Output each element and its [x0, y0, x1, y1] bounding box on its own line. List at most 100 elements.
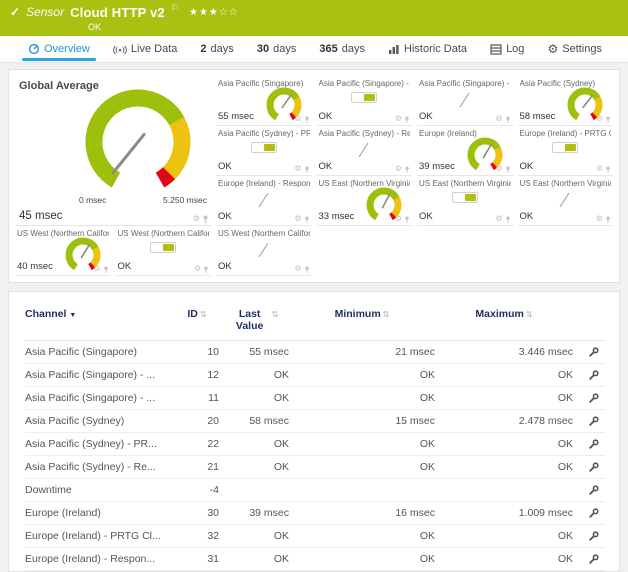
- cell-channel[interactable]: Asia Pacific (Sydney) - Re...: [25, 461, 175, 473]
- column-header-minimum[interactable]: Minimum⇅: [289, 308, 435, 320]
- channel-tile[interactable]: US East (Northern Virginia) 33 msec ⚙: [317, 176, 413, 226]
- gear-icon[interactable]: ⚙: [395, 215, 402, 223]
- channel-tile[interactable]: Asia Pacific (Singapore) - Res... OK ⚙: [417, 76, 513, 126]
- cell-channel[interactable]: Europe (Ireland) - Respon...: [25, 553, 175, 565]
- gear-icon[interactable]: ⚙: [395, 165, 402, 173]
- gear-icon[interactable]: ⚙: [194, 265, 201, 273]
- table-row[interactable]: Asia Pacific (Singapore) - ... 11 OK OK …: [25, 387, 605, 410]
- cell-channel[interactable]: Asia Pacific (Sydney) - PR...: [25, 438, 175, 450]
- wrench-icon[interactable]: [588, 439, 599, 450]
- column-header-channel[interactable]: Channel▼: [25, 308, 175, 320]
- channel-tile[interactable]: Europe (Ireland) - PRTG Cloud... OK ⚙: [518, 126, 614, 176]
- channel-tile[interactable]: Asia Pacific (Singapore) 55 msec ⚙: [216, 76, 312, 126]
- pin-icon[interactable]: [505, 116, 511, 123]
- cell-channel[interactable]: Asia Pacific (Singapore) - ...: [25, 369, 175, 381]
- tab-bar: Overview Live Data 2 days 30 days 365 da…: [0, 36, 628, 63]
- column-header-maximum[interactable]: Maximum⇅: [435, 308, 573, 320]
- channel-tile[interactable]: Asia Pacific (Singapore) - PR... OK ⚙: [317, 76, 413, 126]
- cell-last-value: 58 msec: [219, 415, 289, 427]
- wrench-icon[interactable]: [588, 485, 599, 496]
- wrench-icon[interactable]: [588, 462, 599, 473]
- pin-icon[interactable]: [605, 166, 611, 173]
- tab-live-data[interactable]: Live Data: [113, 36, 177, 62]
- tab-number: 365: [319, 43, 337, 55]
- pin-icon[interactable]: [404, 216, 410, 223]
- cell-minimum: 15 msec: [289, 415, 435, 427]
- wrench-icon[interactable]: [588, 508, 599, 519]
- wrench-icon[interactable]: [588, 347, 599, 358]
- pin-icon[interactable]: [605, 216, 611, 223]
- channel-tile[interactable]: Europe (Ireland) 39 msec ⚙: [417, 126, 513, 176]
- table-row[interactable]: Europe (Ireland) - PRTG Cl... 32 OK OK O…: [25, 525, 605, 548]
- tile-title: Asia Pacific (Singapore) - PR...: [319, 79, 411, 88]
- tab-overview[interactable]: Overview: [28, 36, 90, 62]
- tab-historic-data[interactable]: Historic Data: [388, 36, 467, 62]
- wrench-icon[interactable]: [588, 393, 599, 404]
- table-row[interactable]: Asia Pacific (Sydney) - Re... 21 OK OK O…: [25, 456, 605, 479]
- channel-tile[interactable]: Asia Pacific (Sydney) - Respo... OK ⚙: [317, 126, 413, 176]
- wrench-icon[interactable]: [588, 416, 599, 427]
- table-row[interactable]: Asia Pacific (Singapore) - ... 12 OK OK …: [25, 364, 605, 387]
- pin-icon[interactable]: [304, 266, 310, 273]
- gear-icon[interactable]: ⚙: [495, 165, 502, 173]
- channel-tile[interactable]: Asia Pacific (Sydney) - PRTG ... OK ⚙: [216, 126, 312, 176]
- cell-channel[interactable]: Europe (Ireland) - PRTG Cl...: [25, 530, 175, 542]
- pin-icon[interactable]: [304, 116, 310, 123]
- pin-icon[interactable]: [304, 166, 310, 173]
- column-header-last-value[interactable]: Last Value⇅: [219, 308, 289, 332]
- sort-icon: ⇅: [383, 310, 390, 319]
- tab-settings[interactable]: ⚙ Settings: [547, 36, 602, 62]
- gear-icon[interactable]: ⚙: [495, 115, 502, 123]
- cell-channel[interactable]: Downtime: [25, 484, 175, 496]
- gear-icon[interactable]: ⚙: [294, 265, 301, 273]
- gear-icon[interactable]: ⚙: [596, 115, 603, 123]
- cell-channel[interactable]: Europe (Ireland): [25, 507, 175, 519]
- cell-channel[interactable]: Asia Pacific (Singapore) - ...: [25, 392, 175, 404]
- gear-icon[interactable]: ⚙: [93, 265, 100, 273]
- pin-icon[interactable]: [203, 266, 209, 273]
- wrench-icon[interactable]: [588, 370, 599, 381]
- channel-tile[interactable]: US West (Northern California)... OK ⚙: [216, 226, 312, 276]
- pin-icon[interactable]: [304, 216, 310, 223]
- gear-icon[interactable]: ⚙: [596, 165, 603, 173]
- gear-icon[interactable]: ⚙: [193, 215, 200, 223]
- pin-icon[interactable]: [404, 116, 410, 123]
- pin-icon[interactable]: [505, 166, 511, 173]
- wrench-icon[interactable]: [588, 554, 599, 565]
- tab-log[interactable]: Log: [490, 36, 524, 62]
- table-row[interactable]: Europe (Ireland) 30 39 msec 16 msec 1.00…: [25, 502, 605, 525]
- pin-icon[interactable]: [202, 215, 209, 223]
- channel-tile[interactable]: US West (Northern California) 40 msec ⚙: [15, 226, 111, 276]
- tab-2-days[interactable]: 2 days: [200, 36, 233, 62]
- tab-30-days[interactable]: 30 days: [257, 36, 297, 62]
- gear-icon[interactable]: ⚙: [294, 165, 301, 173]
- cell-channel[interactable]: Asia Pacific (Singapore): [25, 346, 175, 358]
- table-row[interactable]: Downtime -4: [25, 479, 605, 502]
- cell-channel[interactable]: Asia Pacific (Sydney): [25, 415, 175, 427]
- sort-desc-icon: ▼: [69, 312, 76, 319]
- global-average-tile[interactable]: Global Average 0 msec 5.250 msec 45 msec…: [15, 76, 211, 226]
- pin-icon[interactable]: [103, 266, 109, 273]
- wrench-icon[interactable]: [588, 531, 599, 542]
- gear-icon[interactable]: ⚙: [294, 215, 301, 223]
- gear-icon[interactable]: ⚙: [294, 115, 301, 123]
- column-header-id[interactable]: ID⇅: [175, 308, 219, 320]
- tab-365-days[interactable]: 365 days: [319, 36, 365, 62]
- table-row[interactable]: Europe (Ireland) - Respon... 31 OK OK OK: [25, 548, 605, 571]
- gear-icon[interactable]: ⚙: [495, 215, 502, 223]
- channel-tile[interactable]: US East (Northern Virginia) - ... OK ⚙: [417, 176, 513, 226]
- pin-icon[interactable]: [605, 116, 611, 123]
- gear-icon[interactable]: ⚙: [596, 215, 603, 223]
- channel-tile[interactable]: US West (Northern California)... OK ⚙: [116, 226, 212, 276]
- gear-icon[interactable]: ⚙: [395, 115, 402, 123]
- tile-value: 39 msec: [419, 161, 455, 172]
- table-row[interactable]: Asia Pacific (Sydney) - PR... 22 OK OK O…: [25, 433, 605, 456]
- table-row[interactable]: Asia Pacific (Sydney) 20 58 msec 15 msec…: [25, 410, 605, 433]
- channel-tile[interactable]: Europe (Ireland) - Response C... OK ⚙: [216, 176, 312, 226]
- pin-icon[interactable]: [505, 216, 511, 223]
- priority-stars[interactable]: ★★★☆☆: [189, 7, 239, 18]
- channel-tile[interactable]: US East (Northern Virginia) - ... OK ⚙: [518, 176, 614, 226]
- pin-icon[interactable]: [404, 166, 410, 173]
- table-row[interactable]: Asia Pacific (Singapore) 10 55 msec 21 m…: [25, 341, 605, 364]
- channel-tile[interactable]: Asia Pacific (Sydney) 58 msec ⚙: [518, 76, 614, 126]
